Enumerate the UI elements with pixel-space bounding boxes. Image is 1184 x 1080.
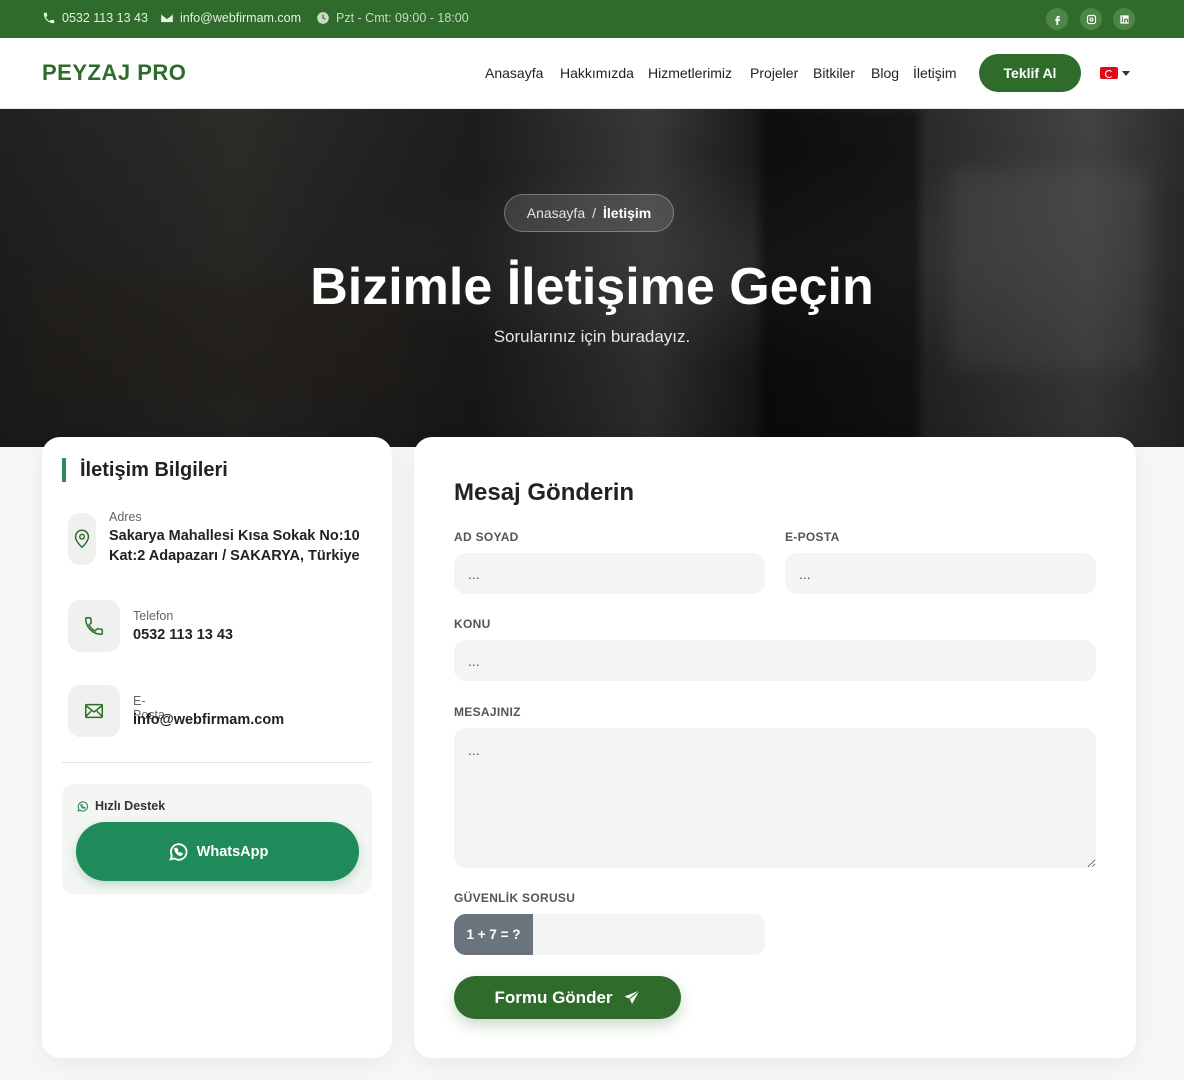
breadcrumb-home[interactable]: Anasayfa xyxy=(527,205,585,221)
message-label: MESAJINIZ xyxy=(454,705,521,719)
form-title: Mesaj Gönderin xyxy=(454,479,635,506)
breadcrumb-separator: / xyxy=(592,205,596,221)
security-question: 1 + 7 = ? xyxy=(454,914,533,955)
page-hero: Anasayfa / İletişim Bizimle İletişime Ge… xyxy=(0,109,1184,447)
address-line-1: Sakarya Mahallesi Kısa Sokak No:10 xyxy=(109,528,360,544)
security-field: 1 + 7 = ? xyxy=(454,914,765,955)
turkey-flag-icon[interactable] xyxy=(1100,67,1118,79)
nav-anasayfa[interactable]: Anasayfa xyxy=(485,65,543,81)
nav-hizmetlerimiz[interactable]: Hizmetlerimiz xyxy=(648,65,732,81)
mail-icon xyxy=(68,685,120,737)
phone-label: Telefon xyxy=(133,609,174,623)
phone-icon xyxy=(43,12,55,24)
phone-icon xyxy=(68,600,120,652)
contact-info-title: İletişim Bilgileri xyxy=(62,458,228,482)
message-textarea[interactable] xyxy=(454,728,1096,868)
linkedin-icon[interactable] xyxy=(1113,8,1135,30)
top-bar: 0532 113 13 43 info@webfirmam.com Pzt - … xyxy=(0,0,1184,38)
breadcrumb: Anasayfa / İletişim xyxy=(504,194,674,232)
name-input[interactable] xyxy=(454,553,765,594)
nav-bitkiler[interactable]: Bitkiler xyxy=(813,65,855,81)
contact-info-card: İletişim Bilgileri Adres Sakarya Mahalle… xyxy=(42,437,392,1058)
subject-input[interactable] xyxy=(454,640,1096,681)
site-header: PEYZAJ PRO Anasayfa Hakkımızda Hizmetler… xyxy=(0,38,1184,109)
email-value[interactable]: info@webfirmam.com xyxy=(133,710,363,730)
name-label: AD SOYAD xyxy=(454,530,519,544)
clock-icon xyxy=(317,12,329,24)
nav-projeler[interactable]: Projeler xyxy=(750,65,798,81)
submit-form-label: Formu Gönder xyxy=(494,987,613,1007)
submit-form-button[interactable]: Formu Gönder xyxy=(454,976,681,1019)
whatsapp-button-label: WhatsApp xyxy=(196,843,269,860)
address-line-2: Kat:2 Adapazarı / SAKARYA, Türkiye xyxy=(109,548,360,564)
quick-support-label: Hızlı Destek xyxy=(76,799,165,813)
page-title: Bizimle İletişime Geçin xyxy=(310,258,874,316)
nav-iletisim[interactable]: İletişim xyxy=(913,65,957,81)
facebook-icon[interactable] xyxy=(1046,8,1068,30)
nav-hakkimizda[interactable]: Hakkımızda xyxy=(560,65,634,81)
topbar-phone[interactable]: 0532 113 13 43 xyxy=(42,11,148,25)
quick-support-text: Hızlı Destek xyxy=(95,799,166,813)
topbar-email-text: info@webfirmam.com xyxy=(180,11,302,25)
security-label: GÜVENLİK SORUSU xyxy=(454,891,576,905)
teklif-al-button[interactable]: Teklif Al xyxy=(979,54,1081,92)
address-label: Adres xyxy=(109,510,142,524)
chevron-down-icon[interactable] xyxy=(1122,71,1130,76)
topbar-hours-text: Pzt - Cmt: 09:00 - 18:00 xyxy=(336,11,469,25)
whatsapp-icon xyxy=(77,800,89,812)
page-subtitle: Sorularınız için buradayız. xyxy=(493,327,691,346)
send-icon xyxy=(624,989,640,1004)
topbar-email[interactable]: info@webfirmam.com xyxy=(160,11,301,25)
map-pin-icon xyxy=(68,513,96,565)
security-answer-input[interactable] xyxy=(533,914,765,955)
breadcrumb-current: İletişim xyxy=(603,205,652,221)
instagram-icon[interactable] xyxy=(1080,8,1102,30)
divider xyxy=(62,762,372,763)
site-logo[interactable]: PEYZAJ PRO xyxy=(42,60,186,86)
topbar-phone-text: 0532 113 13 43 xyxy=(62,11,148,25)
nav-blog[interactable]: Blog xyxy=(871,65,899,81)
whatsapp-button[interactable]: WhatsApp xyxy=(76,822,359,881)
whatsapp-icon xyxy=(168,842,188,861)
contact-form-card: Mesaj Gönderin AD SOYAD E-POSTA KONU MES… xyxy=(414,437,1136,1058)
topbar-hours: Pzt - Cmt: 09:00 - 18:00 xyxy=(316,11,469,25)
quick-support-box: Hızlı Destek WhatsApp xyxy=(62,784,372,894)
phone-value[interactable]: 0532 113 13 43 xyxy=(133,625,333,645)
mail-icon xyxy=(161,13,173,23)
email-label: E-POSTA xyxy=(785,530,840,544)
email-input[interactable] xyxy=(785,553,1096,594)
subject-label: KONU xyxy=(454,617,491,631)
